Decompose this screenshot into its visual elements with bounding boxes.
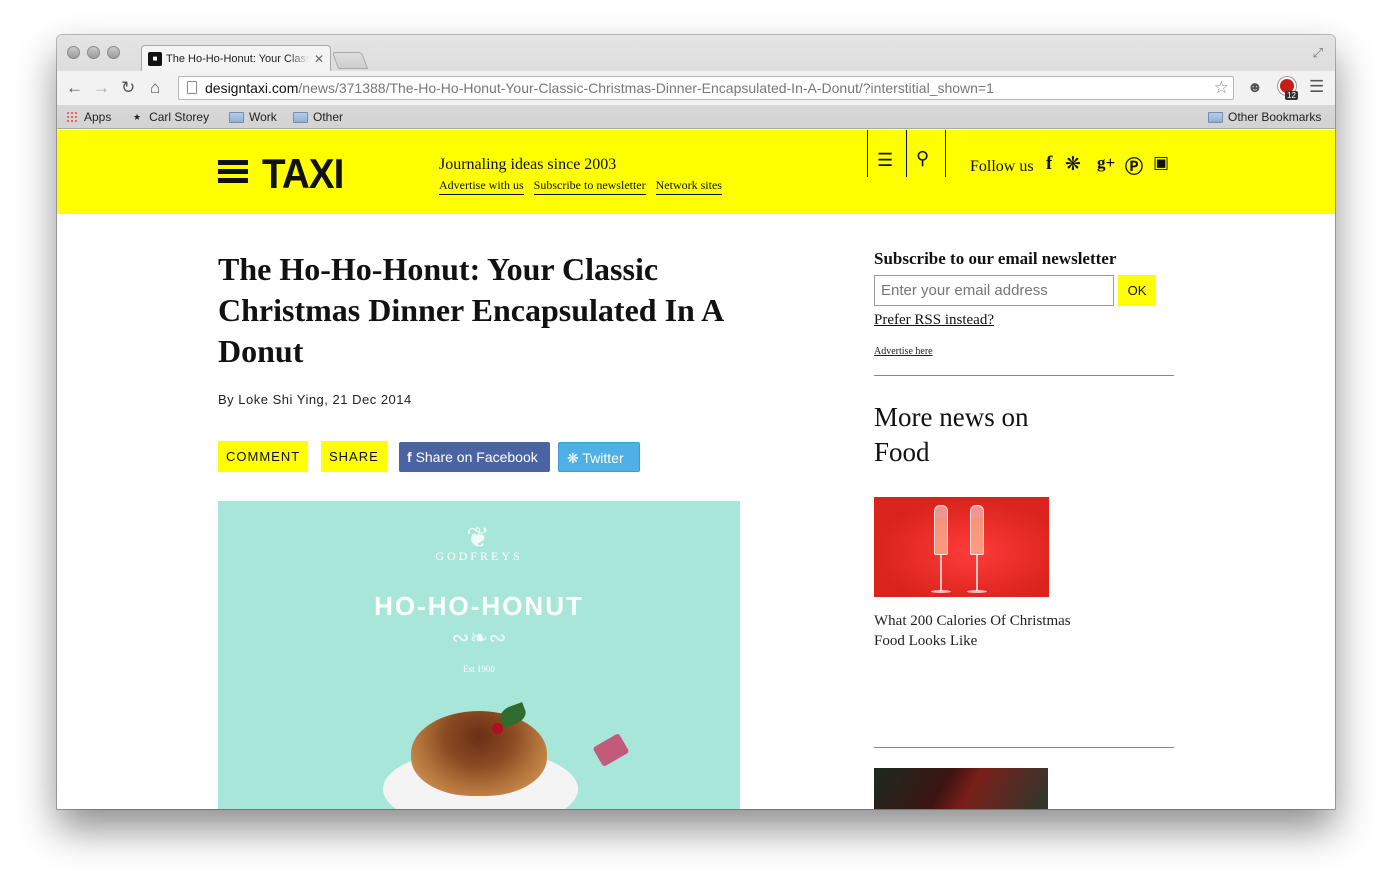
bookmark-label: Carl Storey <box>149 110 210 124</box>
bookmark-folder-other[interactable]: Other <box>293 110 343 124</box>
page-icon <box>187 81 197 94</box>
subscribe-newsletter-link[interactable]: Subscribe to newsletter <box>533 178 646 195</box>
close-window-button[interactable] <box>67 46 80 59</box>
bookmark-carl-storey[interactable]: ★ Carl Storey <box>133 110 209 124</box>
bookmark-apps[interactable]: Apps <box>66 110 111 124</box>
share-facebook-button[interactable]: f Share on Facebook <box>399 442 550 472</box>
back-arrow-icon[interactable]: ← <box>66 78 83 98</box>
facebook-icon[interactable]: f <box>1046 153 1052 175</box>
twitter-bird-icon: ❋ <box>567 450 579 466</box>
site-tagline: Journaling ideas since 2003 <box>439 156 617 173</box>
facebook-icon: f <box>407 449 412 465</box>
folder-icon <box>293 111 308 123</box>
hero-product: HO-HO-HONUT <box>374 591 584 621</box>
swirl-ornament-icon: ∾❧∾ <box>451 625 507 650</box>
header-divider <box>945 130 946 177</box>
advertise-link[interactable]: Advertise with us <box>439 178 524 195</box>
folder-icon <box>1208 111 1223 123</box>
folder-icon <box>229 111 244 123</box>
bookmark-star-icon[interactable]: ☆ <box>1214 77 1229 99</box>
fullscreen-icon[interactable]: ⤢ <box>1313 45 1323 61</box>
minimize-window-button[interactable] <box>87 46 100 59</box>
url-host: designtaxi.com <box>205 80 299 96</box>
extension-badge-count: 12 <box>1285 91 1298 100</box>
bookmark-label: Work <box>249 110 277 124</box>
browser-tab[interactable]: ■ The Ho-Ho-Honut: Your Classic Christma… <box>141 45 331 71</box>
pinterest-icon[interactable]: Ⓟ <box>1125 153 1143 179</box>
donut <box>411 711 547 796</box>
hero-brand: GODFREYS <box>435 549 523 563</box>
bookmark-folder-other-bookmarks[interactable]: Other Bookmarks <box>1208 110 1321 124</box>
news-thumbnail[interactable] <box>874 768 1048 809</box>
champagne-glass-icon <box>970 505 984 555</box>
party-popper-icon <box>592 732 630 768</box>
browser-window: ■ The Ho-Ho-Honut: Your Classic Christma… <box>57 35 1335 809</box>
linkedin-icon[interactable]: ▣ <box>1153 153 1169 173</box>
sidebar-divider <box>874 375 1174 376</box>
browser-chrome: ■ The Ho-Ho-Honut: Your Classic Christma… <box>57 35 1335 129</box>
menu-hamburger-icon[interactable] <box>218 160 248 184</box>
bookmark-folder-work[interactable]: Work <box>229 110 277 124</box>
zoom-window-button[interactable] <box>107 46 120 59</box>
tab-close-icon[interactable]: ✕ <box>314 52 324 66</box>
bookmark-page-icon: ★ <box>133 111 142 122</box>
twitter-label: Twitter <box>582 450 624 466</box>
taxi-logo[interactable]: TAXI <box>262 150 344 198</box>
header-divider <box>906 130 907 177</box>
newsletter-title: Subscribe to our email newsletter <box>874 249 1117 268</box>
reload-icon[interactable]: ↻ <box>121 78 135 98</box>
article-hero-image: ❦ GODFREYS HO-HO-HONUT ∾❧∾ Est 1900 <box>218 501 740 809</box>
bookmark-label: Apps <box>84 110 112 124</box>
taxi-favicon-icon: ■ <box>148 51 162 66</box>
bookmark-label: Other Bookmarks <box>1228 110 1322 124</box>
url-path: /news/371388/The-Ho-Ho-Honut-Your-Classi… <box>298 80 994 96</box>
news-item-caption[interactable]: What 200 Calories Of Christmas Food Look… <box>874 611 1074 651</box>
comment-button[interactable]: COMMENT <box>218 441 309 472</box>
twitter-icon[interactable]: ❋ <box>1065 153 1081 175</box>
share-facebook-label: Share on Facebook <box>415 449 538 465</box>
champagne-glass-icon <box>934 505 948 555</box>
home-icon[interactable]: ⌂ <box>150 78 160 98</box>
article-byline: By Loke Shi Ying, 21 Dec 2014 <box>218 392 412 407</box>
bookmarks-bar: Apps ★ Carl Storey Work Other Other Book… <box>57 105 1335 129</box>
apps-grid-icon <box>66 111 78 123</box>
sidebar-divider <box>874 747 1174 748</box>
bookmark-label: Other <box>313 110 344 124</box>
forward-arrow-icon[interactable]: → <box>93 78 110 98</box>
follow-us-label: Follow us <box>970 158 1034 175</box>
holly-berry-icon <box>492 723 503 734</box>
rss-link[interactable]: Prefer RSS instead? <box>874 312 994 329</box>
new-tab-button[interactable] <box>331 52 369 69</box>
address-bar[interactable]: designtaxi.com/news/371388/The-Ho-Ho-Hon… <box>178 76 1234 100</box>
header-divider <box>867 130 868 177</box>
advertise-here-link[interactable]: Advertise here <box>874 346 933 357</box>
search-icon[interactable]: ⚲ <box>916 148 929 169</box>
tab-title: The Ho-Ho-Honut: Your Classic Christmas … <box>166 52 310 65</box>
article-title: The Ho-Ho-Honut: Your Classic Christmas … <box>218 251 723 369</box>
share-button[interactable]: SHARE <box>321 441 387 472</box>
list-view-icon[interactable]: ☰ <box>877 150 893 171</box>
header-links: Advertise with us Subscribe to newslette… <box>439 178 722 195</box>
site-header: TAXI Journaling ideas since 2003 Adverti… <box>57 130 1335 214</box>
email-input[interactable] <box>874 275 1114 306</box>
newsletter-ok-button[interactable]: OK <box>1118 275 1156 306</box>
chrome-menu-icon[interactable]: ☰ <box>1309 77 1324 97</box>
news-thumbnail[interactable] <box>874 497 1049 597</box>
google-plus-icon[interactable]: g+ <box>1097 153 1115 173</box>
network-sites-link[interactable]: Network sites <box>655 178 722 195</box>
extension-ghost-icon[interactable]: ☻ <box>1247 79 1263 96</box>
more-news-title: More news on Food <box>874 402 1029 467</box>
browser-toolbar: ← → ↻ ⌂ designtaxi.com/news/371388/The-H… <box>57 71 1335 105</box>
twitter-button[interactable]: ❋ Twitter <box>558 442 640 472</box>
hero-est: Est 1900 <box>463 664 495 674</box>
